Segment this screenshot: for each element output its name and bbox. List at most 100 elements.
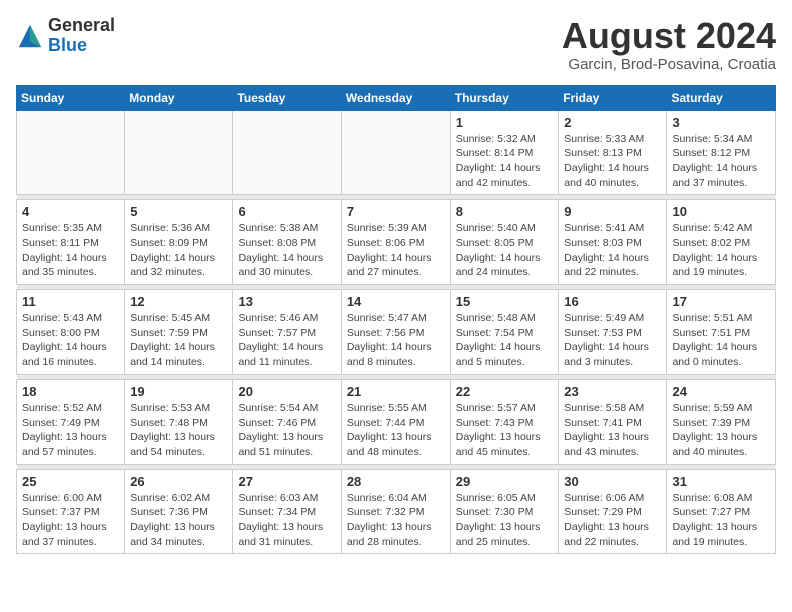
day-info: Sunrise: 6:05 AM Sunset: 7:30 PM Dayligh… [456,491,554,550]
header: General Blue August 2024 Garcin, Brod-Po… [16,16,776,73]
day-info: Sunrise: 5:59 AM Sunset: 7:39 PM Dayligh… [672,401,770,460]
day-number: 3 [672,115,770,130]
logo: General Blue [16,16,115,56]
day-number: 1 [456,115,554,130]
day-info: Sunrise: 5:53 AM Sunset: 7:48 PM Dayligh… [130,401,227,460]
calendar-cell [17,110,125,195]
week-row-2: 4Sunrise: 5:35 AM Sunset: 8:11 PM Daylig… [17,200,776,285]
day-header-thursday: Thursday [450,85,559,110]
week-row-3: 11 Sunrise: 5:43 AM Sunset: 8:00 PM Dayli… [17,290,776,375]
day-info: Sunrise: 5:54 AM Sunset: 7:46 PM Dayligh… [238,401,335,460]
day-info: Sunrise: 6:02 AM Sunset: 7:36 PM Dayligh… [130,491,227,550]
calendar-cell: 22Sunrise: 5:57 AM Sunset: 7:43 PM Dayli… [450,379,559,464]
logo-blue-text: Blue [48,36,115,56]
week-row-5: 25 Sunrise: 6:00 AM Sunset: 7:37 PM Dayli… [17,469,776,554]
day-info: Sunrise: 5:41 AM Sunset: 8:03 PM Dayligh… [564,221,661,280]
day-number: 25 [22,474,119,489]
title-area: August 2024 Garcin, Brod-Posavina, Croat… [562,16,776,73]
day-info: Sunrise: 6:08 AM Sunset: 7:27 PM Dayligh… [672,491,770,550]
day-number: 9 [564,204,661,219]
day-number: 10 [672,204,770,219]
calendar-cell: 18 Sunrise: 5:52 AM Sunset: 7:49 PM Dayli… [17,379,125,464]
calendar-cell: 9 Sunrise: 5:41 AM Sunset: 8:03 PM Daylig… [559,200,667,285]
day-info: Sunrise: 5:45 AM Sunset: 7:59 PM Dayligh… [130,311,227,370]
day-info: Sunrise: 6:00 AM Sunset: 7:37 PM Dayligh… [22,491,119,550]
day-info: Sunrise: 5:43 AM Sunset: 8:00 PM Dayligh… [22,311,119,370]
day-info: Sunrise: 5:52 AM Sunset: 7:49 PM Dayligh… [22,401,119,460]
week-row-1: 1Sunrise: 5:32 AM Sunset: 8:14 PM Daylig… [17,110,776,195]
day-number: 7 [347,204,445,219]
day-info: Sunrise: 5:39 AM Sunset: 8:06 PM Dayligh… [347,221,445,280]
day-number: 13 [238,294,335,309]
day-info: Sunrise: 5:34 AM Sunset: 8:12 PM Dayligh… [672,132,770,191]
day-info: Sunrise: 5:35 AM Sunset: 8:11 PM Dayligh… [22,221,119,280]
day-info: Sunrise: 5:46 AM Sunset: 7:57 PM Dayligh… [238,311,335,370]
calendar-cell: 6 Sunrise: 5:38 AM Sunset: 8:08 PM Daylig… [233,200,341,285]
calendar-cell: 23 Sunrise: 5:58 AM Sunset: 7:41 PM Dayli… [559,379,667,464]
day-info: Sunrise: 5:47 AM Sunset: 7:56 PM Dayligh… [347,311,445,370]
day-header-sunday: Sunday [17,85,125,110]
calendar-cell: 21 Sunrise: 5:55 AM Sunset: 7:44 PM Dayli… [341,379,450,464]
day-number: 11 [22,294,119,309]
day-number: 28 [347,474,445,489]
logo-general-text: General [48,16,115,36]
header-row: SundayMondayTuesdayWednesdayThursdayFrid… [17,85,776,110]
day-number: 24 [672,384,770,399]
calendar-cell [125,110,233,195]
calendar-cell: 30 Sunrise: 6:06 AM Sunset: 7:29 PM Dayli… [559,469,667,554]
calendar-cell: 8 Sunrise: 5:40 AM Sunset: 8:05 PM Daylig… [450,200,559,285]
day-number: 12 [130,294,227,309]
day-number: 29 [456,474,554,489]
day-info: Sunrise: 5:48 AM Sunset: 7:54 PM Dayligh… [456,311,554,370]
calendar-cell: 31 Sunrise: 6:08 AM Sunset: 7:27 PM Dayli… [667,469,776,554]
calendar-cell [341,110,450,195]
day-info: Sunrise: 5:36 AM Sunset: 8:09 PM Dayligh… [130,221,227,280]
day-number: 20 [238,384,335,399]
day-info: Sunrise: 5:51 AM Sunset: 7:51 PM Dayligh… [672,311,770,370]
day-number: 21 [347,384,445,399]
day-info: Sunrise: 5:40 AM Sunset: 8:05 PM Dayligh… [456,221,554,280]
calendar-cell: 11 Sunrise: 5:43 AM Sunset: 8:00 PM Dayli… [17,290,125,375]
calendar-cell: 3 Sunrise: 5:34 AM Sunset: 8:12 PM Daylig… [667,110,776,195]
day-header-tuesday: Tuesday [233,85,341,110]
day-number: 8 [456,204,554,219]
day-info: Sunrise: 5:49 AM Sunset: 7:53 PM Dayligh… [564,311,661,370]
logo-icon [16,22,44,50]
calendar-cell: 7 Sunrise: 5:39 AM Sunset: 8:06 PM Daylig… [341,200,450,285]
day-info: Sunrise: 5:58 AM Sunset: 7:41 PM Dayligh… [564,401,661,460]
day-info: Sunrise: 5:55 AM Sunset: 7:44 PM Dayligh… [347,401,445,460]
calendar-cell: 20 Sunrise: 5:54 AM Sunset: 7:46 PM Dayli… [233,379,341,464]
calendar-cell: 24 Sunrise: 5:59 AM Sunset: 7:39 PM Dayli… [667,379,776,464]
day-number: 23 [564,384,661,399]
day-info: Sunrise: 6:06 AM Sunset: 7:29 PM Dayligh… [564,491,661,550]
calendar-cell: 14 Sunrise: 5:47 AM Sunset: 7:56 PM Dayli… [341,290,450,375]
day-header-monday: Monday [125,85,233,110]
calendar-table: SundayMondayTuesdayWednesdayThursdayFrid… [16,85,776,555]
day-number: 18 [22,384,119,399]
calendar-cell: 2Sunrise: 5:33 AM Sunset: 8:13 PM Daylig… [559,110,667,195]
calendar-cell: 1Sunrise: 5:32 AM Sunset: 8:14 PM Daylig… [450,110,559,195]
day-info: Sunrise: 5:42 AM Sunset: 8:02 PM Dayligh… [672,221,770,280]
calendar-cell: 19 Sunrise: 5:53 AM Sunset: 7:48 PM Dayli… [125,379,233,464]
day-number: 15 [456,294,554,309]
day-number: 19 [130,384,227,399]
calendar-cell [233,110,341,195]
calendar-cell: 16Sunrise: 5:49 AM Sunset: 7:53 PM Dayli… [559,290,667,375]
calendar-cell: 15 Sunrise: 5:48 AM Sunset: 7:54 PM Dayli… [450,290,559,375]
day-info: Sunrise: 6:03 AM Sunset: 7:34 PM Dayligh… [238,491,335,550]
day-header-friday: Friday [559,85,667,110]
day-number: 17 [672,294,770,309]
day-number: 6 [238,204,335,219]
day-number: 2 [564,115,661,130]
calendar-cell: 5Sunrise: 5:36 AM Sunset: 8:09 PM Daylig… [125,200,233,285]
logo-text: General Blue [48,16,115,56]
calendar-cell: 13 Sunrise: 5:46 AM Sunset: 7:57 PM Dayli… [233,290,341,375]
day-number: 31 [672,474,770,489]
calendar-cell: 12 Sunrise: 5:45 AM Sunset: 7:59 PM Dayli… [125,290,233,375]
day-number: 30 [564,474,661,489]
day-number: 26 [130,474,227,489]
day-info: Sunrise: 5:38 AM Sunset: 8:08 PM Dayligh… [238,221,335,280]
calendar-cell: 27Sunrise: 6:03 AM Sunset: 7:34 PM Dayli… [233,469,341,554]
day-info: Sunrise: 5:57 AM Sunset: 7:43 PM Dayligh… [456,401,554,460]
day-number: 14 [347,294,445,309]
